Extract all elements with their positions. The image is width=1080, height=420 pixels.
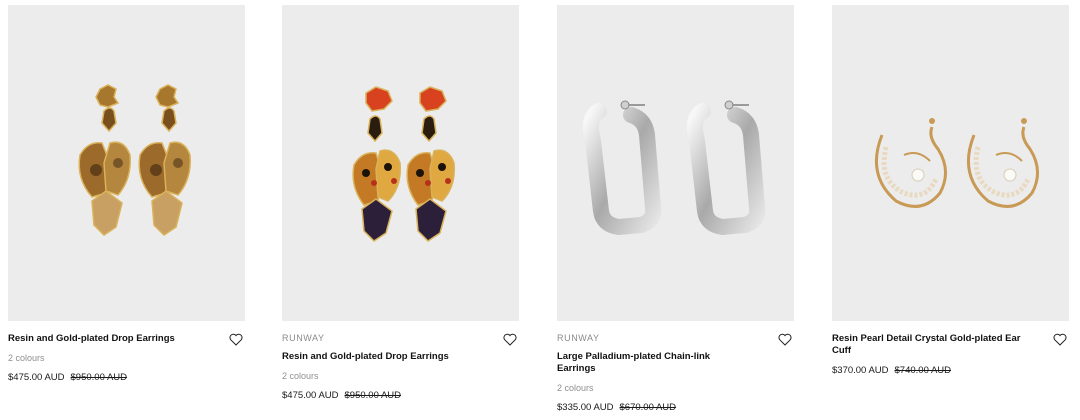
price-row: $335.00 AUD $670.00 AUD (557, 402, 794, 414)
product-grid: Resin and Gold-plated Drop Earrings 2 co… (0, 0, 1080, 420)
runway-tag: RUNWAY (557, 333, 600, 343)
sale-price: $475.00 AUD (8, 372, 65, 383)
product-info: RUNWAY Resin and Gold-plated Drop Earrin… (282, 333, 519, 402)
product-image-link[interactable] (832, 5, 1069, 321)
original-price: $950.00 AUD (70, 372, 128, 383)
runway-tag: RUNWAY (282, 333, 325, 343)
price-row: $475.00 AUD $950.00 AUD (8, 372, 245, 384)
product-card: RUNWAY Resin and Gold-plated Drop Earrin… (282, 0, 519, 420)
colour-count[interactable]: 2 colours (557, 383, 794, 394)
sale-price: $475.00 AUD (282, 390, 339, 401)
sale-price: $370.00 AUD (832, 365, 889, 376)
colour-count[interactable]: 2 colours (8, 353, 245, 364)
product-title[interactable]: Large Palladium-plated Chain-link Earrin… (557, 351, 727, 375)
product-title[interactable]: Resin and Gold-plated Drop Earrings (282, 351, 482, 363)
chain-link-earrings-image (557, 5, 794, 321)
product-image-link[interactable] (557, 5, 794, 321)
original-price: $670.00 AUD (619, 402, 677, 413)
product-image-link[interactable] (8, 5, 245, 321)
product-card: RUNWAY Large Palladium-plated Chain-link… (557, 0, 794, 420)
product-title[interactable]: Resin Pearl Detail Crystal Gold-plated E… (832, 333, 1022, 357)
original-price: $950.00 AUD (344, 390, 402, 401)
product-title[interactable]: Resin and Gold-plated Drop Earrings (8, 333, 208, 345)
product-info: Resin and Gold-plated Drop Earrings 2 co… (8, 333, 245, 384)
original-price: $740.00 AUD (894, 365, 952, 376)
product-card: Resin Pearl Detail Crystal Gold-plated E… (832, 0, 1069, 420)
price-row: $370.00 AUD $740.00 AUD (832, 365, 1069, 377)
pearl-ear-cuff-image (832, 5, 1069, 321)
tortoiseshell-drop-earrings-image (8, 5, 245, 321)
product-card: Resin and Gold-plated Drop Earrings 2 co… (8, 0, 245, 420)
price-row: $475.00 AUD $950.00 AUD (282, 390, 519, 402)
printed-drop-earrings-image (282, 5, 519, 321)
sale-price: $335.00 AUD (557, 402, 614, 413)
colour-count[interactable]: 2 colours (282, 371, 519, 382)
product-info: Resin Pearl Detail Crystal Gold-plated E… (832, 333, 1069, 377)
product-info: RUNWAY Large Palladium-plated Chain-link… (557, 333, 794, 414)
product-image-link[interactable] (282, 5, 519, 321)
